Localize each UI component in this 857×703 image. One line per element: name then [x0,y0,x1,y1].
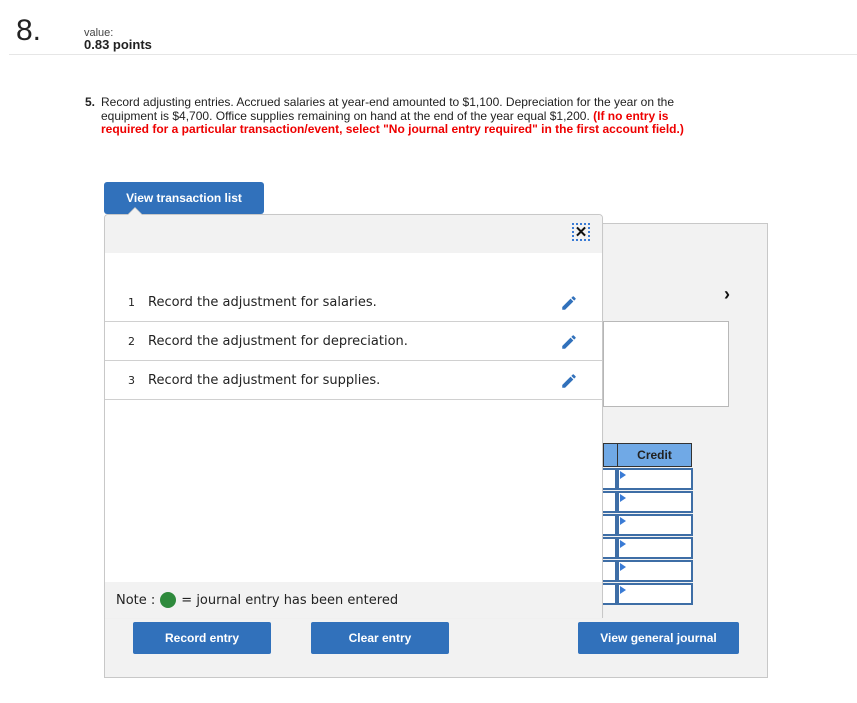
question-text: Record adjusting entries. Accrued salari… [101,95,675,123]
journal-row [603,491,693,513]
transaction-number: 2 [128,334,135,348]
note-suffix: = journal entry has been entered [181,592,399,608]
question-prompt: 5. Record adjusting entries. Accrued sal… [85,95,715,137]
debit-cell[interactable] [603,491,617,513]
transaction-item[interactable]: 2 Record the adjustment for depreciation… [105,322,602,361]
transaction-number: 3 [128,373,135,387]
pencil-icon[interactable] [560,372,578,390]
credit-cell[interactable] [617,514,693,536]
pencil-icon[interactable] [560,294,578,312]
debit-cell[interactable] [603,560,617,582]
credit-cell[interactable] [617,468,693,490]
journal-row [603,537,693,559]
cell-marker-icon [620,540,626,548]
close-icon[interactable]: ✕ [572,223,590,241]
pencil-icon[interactable] [560,333,578,351]
transaction-list: 1 Record the adjustment for salaries. 2 … [105,283,602,400]
debit-cell[interactable] [603,514,617,536]
debit-cell[interactable] [603,537,617,559]
transaction-label: Record the adjustment for supplies. [148,372,381,388]
cell-marker-icon [620,494,626,502]
cell-marker-icon [620,471,626,479]
transaction-item[interactable]: 1 Record the adjustment for salaries. [105,283,602,322]
credit-cell[interactable] [617,583,693,605]
question-body: Record adjusting entries. Accrued salari… [101,95,715,137]
transaction-number: 1 [128,295,135,309]
transaction-list-popup: ✕ 1 Record the adjustment for salaries. … [104,207,603,618]
clear-entry-button[interactable]: Clear entry [311,622,449,654]
view-general-journal-button[interactable]: View general journal [578,622,739,654]
popup-header [105,215,602,253]
transaction-item[interactable]: 3 Record the adjustment for supplies. [105,361,602,400]
credit-cell[interactable] [617,560,693,582]
credit-cell[interactable] [617,537,693,559]
transaction-label: Record the adjustment for salaries. [148,294,377,310]
header-divider [9,54,857,55]
value-points: 0.83 points [84,37,152,52]
debit-cell[interactable] [603,468,617,490]
popup-pointer [127,207,143,215]
entered-status-dot-icon [160,592,177,608]
record-entry-button[interactable]: Record entry [133,622,271,654]
journal-row [603,560,693,582]
cell-marker-icon [620,586,626,594]
debit-cell[interactable] [603,583,617,605]
cell-marker-icon [620,517,626,525]
note-prefix: Note : [116,592,156,608]
credit-cell[interactable] [617,491,693,513]
note-legend: Note : = journal entry has been entered [105,582,602,618]
transaction-label: Record the adjustment for depreciation. [148,333,408,349]
credit-header: Credit [617,443,692,467]
question-number: 8. [16,14,42,47]
next-chevron-icon[interactable]: › [724,284,730,305]
question-part-number: 5. [85,95,96,109]
journal-row [603,583,693,605]
cell-marker-icon [620,563,626,571]
journal-row [603,514,693,536]
journal-row [603,468,693,490]
debit-header [603,443,618,467]
entry-description-box [603,321,729,407]
